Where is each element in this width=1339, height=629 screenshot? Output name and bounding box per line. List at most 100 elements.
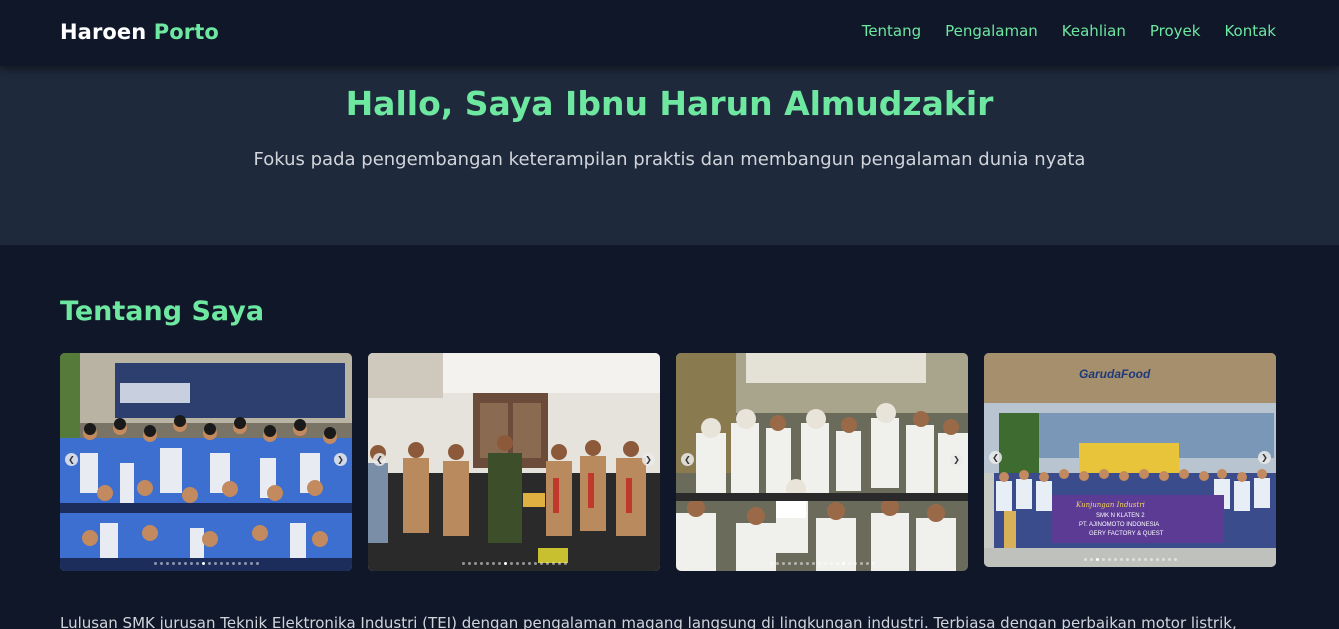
carousel-dot[interactable]	[461, 562, 465, 565]
carousel-dot[interactable]	[805, 562, 809, 565]
carousel-dot[interactable]	[787, 562, 791, 565]
nav-link-keahlian[interactable]: Keahlian	[1062, 22, 1126, 40]
carousel-dot[interactable]	[165, 562, 169, 565]
carousel-dot[interactable]	[775, 562, 779, 565]
carousel-dot[interactable]	[159, 562, 163, 565]
carousel-dot[interactable]	[201, 562, 205, 565]
nav-link-kontak[interactable]: Kontak	[1224, 22, 1276, 40]
carousel-dot[interactable]	[521, 562, 525, 565]
carousel-prev-button[interactable]: ❮	[681, 453, 694, 466]
carousel-dot[interactable]	[557, 562, 561, 565]
carousel-dot[interactable]	[1101, 558, 1105, 561]
carousel-dot[interactable]	[255, 562, 259, 565]
carousel-next-button[interactable]: ❯	[334, 453, 347, 466]
carousel-dot[interactable]	[479, 562, 483, 565]
hero-subtitle: Fokus pada pengembangan keterampilan pra…	[253, 149, 1086, 170]
carousel-next-button[interactable]: ❯	[642, 453, 655, 466]
carousel-dot[interactable]	[1095, 558, 1099, 561]
carousel-dot[interactable]	[243, 562, 247, 565]
carousel-dot[interactable]	[1155, 558, 1159, 561]
brand-logo[interactable]: Haroen Porto	[60, 20, 219, 44]
carousel-dot[interactable]	[503, 562, 507, 565]
carousel-prev-button[interactable]: ❮	[373, 453, 386, 466]
carousel-dot[interactable]	[769, 562, 773, 565]
brand-name: Haroen	[60, 20, 147, 44]
carousel-dot[interactable]	[829, 562, 833, 565]
carousel-dot[interactable]	[847, 562, 851, 565]
carousel-dot[interactable]	[153, 562, 157, 565]
carousel-indicators	[60, 562, 352, 565]
carousel-dot[interactable]	[841, 562, 845, 565]
banner-line4: GERY FACTORY & QUEST	[1089, 531, 1164, 537]
group-photo-scouts	[368, 353, 660, 571]
carousel-dot[interactable]	[1143, 558, 1147, 561]
carousel-dot[interactable]	[817, 562, 821, 565]
banner-line1: Kunjungan Industri	[1075, 501, 1145, 509]
carousel-dot[interactable]	[793, 562, 797, 565]
carousel-dot[interactable]	[799, 562, 803, 565]
carousel-next-button[interactable]: ❯	[1258, 451, 1271, 464]
carousel-dot[interactable]	[527, 562, 531, 565]
carousel-next-button[interactable]: ❯	[950, 453, 963, 466]
carousel-dot[interactable]	[485, 562, 489, 565]
carousel-dot[interactable]	[509, 562, 513, 565]
carousel-dot[interactable]	[177, 562, 181, 565]
carousel-dot[interactable]	[497, 562, 501, 565]
carousel-dot[interactable]	[1083, 558, 1087, 561]
carousel-indicators	[984, 558, 1276, 561]
carousel-dot[interactable]	[171, 562, 175, 565]
carousel-dot[interactable]	[871, 562, 875, 565]
carousel-dot[interactable]	[491, 562, 495, 565]
nav-link-proyek[interactable]: Proyek	[1150, 22, 1201, 40]
hero-section: Hallo, Saya Ibnu Harun Almudzakir Fokus …	[0, 66, 1339, 245]
carousel-dot[interactable]	[225, 562, 229, 565]
carousel-dot[interactable]	[1137, 558, 1141, 561]
carousel-dot[interactable]	[231, 562, 235, 565]
carousel-dot[interactable]	[859, 562, 863, 565]
carousel-prev-button[interactable]: ❮	[65, 453, 78, 466]
carousel-dot[interactable]	[515, 562, 519, 565]
carousel-dot[interactable]	[1119, 558, 1123, 561]
signage-text: GarudaFood	[1079, 367, 1151, 381]
carousel-dot[interactable]	[183, 562, 187, 565]
carousel-prev-button[interactable]: ❮	[989, 451, 1002, 464]
carousel-dot[interactable]	[195, 562, 199, 565]
carousel-dot[interactable]	[1167, 558, 1171, 561]
carousel-indicators	[676, 562, 968, 565]
carousel-dot[interactable]	[237, 562, 241, 565]
carousel-dot[interactable]	[551, 562, 555, 565]
carousel-dot[interactable]	[823, 562, 827, 565]
carousel-dot[interactable]	[467, 562, 471, 565]
carousel-dot[interactable]	[533, 562, 537, 565]
carousel-indicators	[368, 562, 660, 565]
carousel-dot[interactable]	[853, 562, 857, 565]
carousel-dot[interactable]	[1149, 558, 1153, 561]
carousel-dot[interactable]	[189, 562, 193, 565]
nav-link-pengalaman[interactable]: Pengalaman	[945, 22, 1038, 40]
carousel-dot[interactable]	[213, 562, 217, 565]
carousel-dot[interactable]	[1107, 558, 1111, 561]
carousel-dot[interactable]	[219, 562, 223, 565]
carousel-dot[interactable]	[563, 562, 567, 565]
carousel-dot[interactable]	[811, 562, 815, 565]
photo-carousel-4: GarudaFood Kunjungan Industri SMK N KLAT…	[984, 353, 1276, 567]
carousel-dot[interactable]	[781, 562, 785, 565]
hero-title: Hallo, Saya Ibnu Harun Almudzakir	[345, 84, 994, 123]
carousel-dot[interactable]	[1161, 558, 1165, 561]
carousel-dot[interactable]	[865, 562, 869, 565]
brand-accent: Porto	[153, 20, 219, 44]
nav-link-tentang[interactable]: Tentang	[862, 22, 921, 40]
carousel-dot[interactable]	[835, 562, 839, 565]
carousel-dot[interactable]	[1131, 558, 1135, 561]
about-description: Lulusan SMK jurusan Teknik Elektronika I…	[60, 614, 1237, 629]
carousel-dot[interactable]	[1089, 558, 1093, 561]
photo-carousel-3: ❮ ❯	[676, 353, 968, 571]
carousel-dot[interactable]	[545, 562, 549, 565]
carousel-dot[interactable]	[249, 562, 253, 565]
carousel-dot[interactable]	[1113, 558, 1117, 561]
carousel-dot[interactable]	[1125, 558, 1129, 561]
carousel-dot[interactable]	[1173, 558, 1177, 561]
carousel-dot[interactable]	[539, 562, 543, 565]
carousel-dot[interactable]	[473, 562, 477, 565]
carousel-dot[interactable]	[207, 562, 211, 565]
